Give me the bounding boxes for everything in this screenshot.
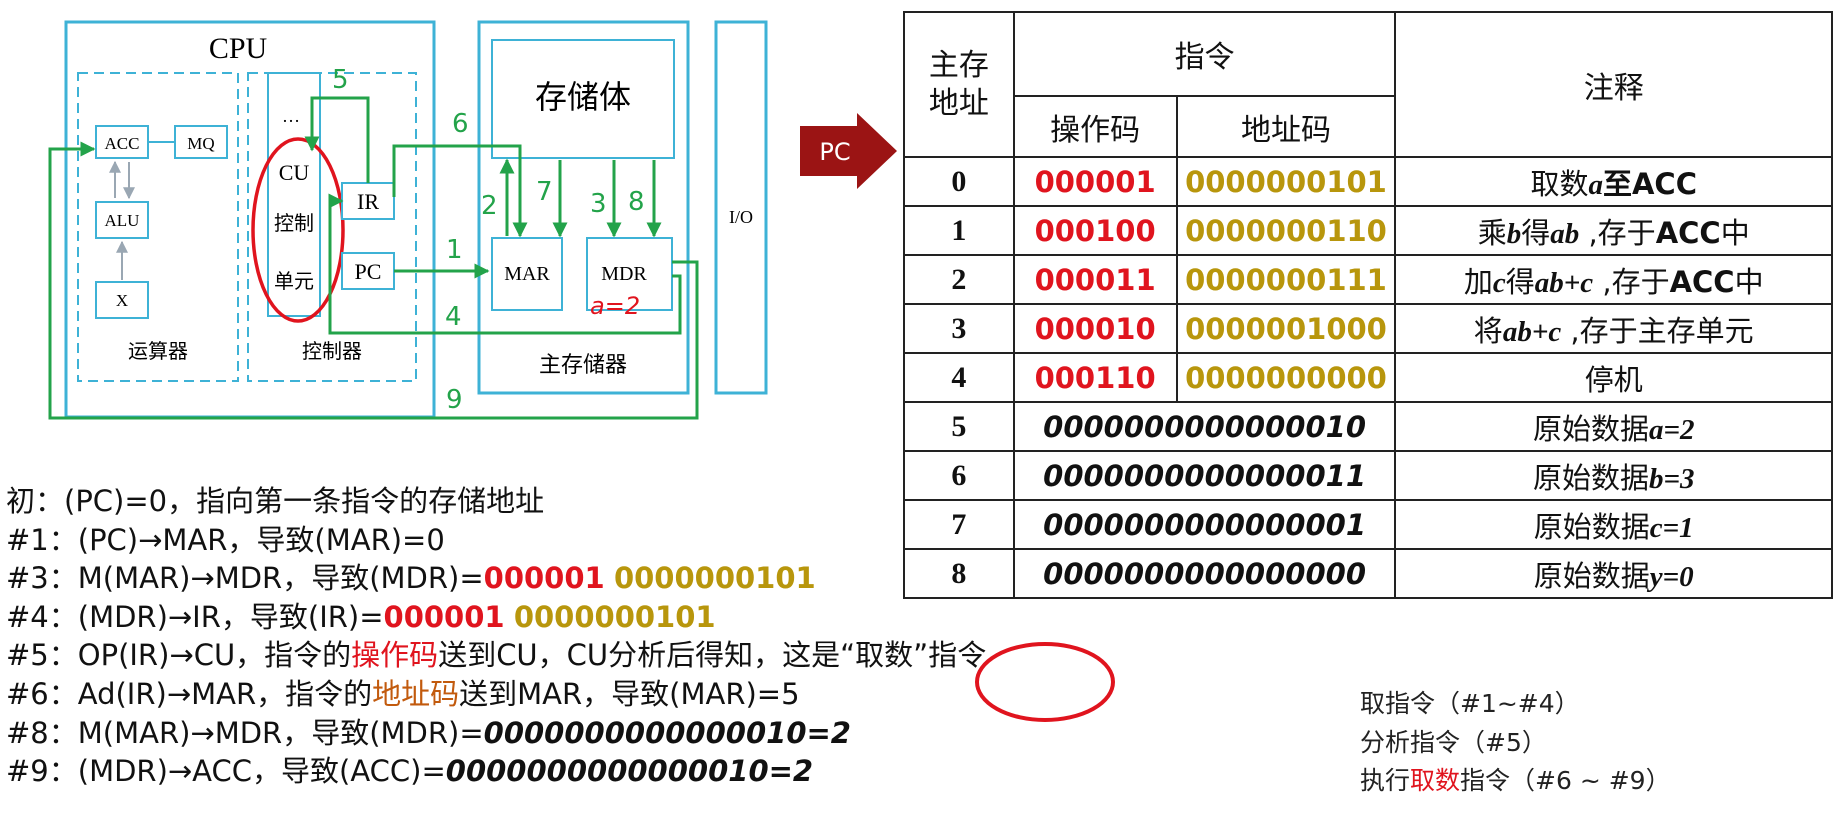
step-num-3: 3 (590, 189, 607, 219)
step-num-5: 5 (332, 65, 349, 95)
io-label: I/O (729, 207, 753, 227)
alu-unit-label: 运算器 (128, 339, 188, 363)
cell-addrcode: 0000000000 (1175, 352, 1397, 403)
cell-address: 2 (903, 254, 1015, 305)
table-row: 7 0000000000000001 原始数据c=1 (903, 499, 1833, 550)
cell-opcode: 000110 (1012, 352, 1178, 403)
table-row: 1 000100 0000000110 乘b得ab ,存于ACC中 (903, 205, 1833, 256)
cell-opcode: 000001 (1012, 156, 1178, 207)
step-num-2: 2 (481, 191, 498, 221)
cell-opcode: 000010 (1012, 303, 1178, 354)
x-label: X (116, 291, 128, 310)
cell-address: 3 (903, 303, 1015, 354)
step-num-8: 8 (628, 187, 645, 217)
cell-address: 4 (903, 352, 1015, 403)
cell-data: 0000000000000001 (1012, 499, 1397, 550)
cell-note: 加c得ab+c ,存于ACC中 (1394, 254, 1833, 305)
step-line: #5：OP(IR)→CU，指令的操作码送到CU，CU分析后得知，这是“取数”指令 (6, 638, 987, 673)
table-row: 5 0000000000000010 原始数据a=2 (903, 401, 1833, 452)
summary-line: 执行取数指令（#6 ~ #9） (1360, 766, 1671, 796)
table-row: 3 000010 0000001000 将ab+c ,存于主存单元 (903, 303, 1833, 354)
cell-address: 0 (903, 156, 1015, 207)
cu-label-control: 控制 (274, 211, 314, 235)
alu-label: ALU (105, 211, 140, 230)
cell-data: 0000000000000000 (1012, 548, 1397, 599)
cpu-label: CPU (209, 32, 268, 65)
cell-note: 将ab+c ,存于主存单元 (1394, 303, 1833, 354)
cell-data: 0000000000000011 (1012, 450, 1397, 501)
summary-line: 分析指令（#5） (1360, 727, 1547, 757)
cell-address: 5 (903, 401, 1015, 452)
summary-line: 取指令（#1~#4） (1360, 689, 1580, 718)
step-line: #1：(PC)→MAR，导致(MAR)=0 (6, 522, 445, 557)
cell-note: 乘b得ab ,存于ACC中 (1394, 205, 1833, 256)
cell-addrcode: 0000000101 (1175, 156, 1397, 207)
cell-opcode: 000011 (1012, 254, 1178, 305)
cell-opcode: 000100 (1012, 205, 1178, 256)
cell-note: 原始数据a=2 (1394, 401, 1833, 452)
acc-label: ACC (105, 134, 140, 153)
table-row: 2 000011 0000000111 加c得ab+c ,存于ACC中 (903, 254, 1833, 305)
mar-label: MAR (504, 263, 550, 285)
step-list: 初：(PC)=0，指向第一条指令的存储地址 #1：(PC)→MAR，导致(MAR)… (6, 482, 986, 791)
header-note: 注释 (1394, 11, 1833, 158)
step-num-4: 4 (445, 302, 462, 332)
table-row: 6 0000000000000011 原始数据b=3 (903, 450, 1833, 501)
header-address: 主存 地址 (903, 11, 1015, 158)
step-line: #4：(MDR)→IR，导致(IR)=000001 0000000101 (6, 599, 716, 634)
memory-table-body: 0 000001 0000000101 取数a至ACC 1 000100 000000011… (903, 156, 1833, 599)
step-line: #3：M(MAR)→MDR，导致(MDR)=000001 0000000101 (6, 561, 816, 596)
pc-pointer-label: PC (819, 138, 850, 166)
storage-body-label: 存储体 (535, 78, 631, 116)
path-6 (392, 144, 528, 238)
cu-dots: … (282, 106, 300, 126)
step-line: #9：(MDR)→ACC，导致(ACC)=0000000000000010=2 (6, 754, 814, 789)
header-address-line-2: 地址 (928, 85, 989, 121)
cu-label: CU (279, 160, 310, 185)
mq-label: MQ (187, 134, 214, 153)
step-line: 初：(PC)=0，指向第一条指令的存储地址 (6, 484, 545, 518)
step-num-6: 6 (452, 109, 469, 139)
cell-addrcode: 0000001000 (1175, 303, 1397, 354)
main-memory-label: 主存储器 (539, 353, 627, 378)
table-row: 0 000001 0000000101 取数a至ACC (903, 156, 1833, 207)
mdr-label: MDR (601, 263, 647, 285)
step-num-7: 7 (536, 177, 553, 207)
cell-addrcode: 0000000111 (1175, 254, 1397, 305)
step-num-1: 1 (446, 235, 463, 265)
cell-note: 停机 (1394, 352, 1833, 403)
cell-note: 取数a至ACC (1394, 156, 1833, 207)
table-row: 8 0000000000000000 原始数据y=0 (903, 548, 1833, 599)
handwritten-note: a=2 (590, 292, 640, 320)
cpu-memory-diagram: CPU ACC MQ ALU X 运算器 … CU 控制 单元 IR PC 控制… (48, 20, 897, 420)
header-addrcode: 地址码 (1175, 95, 1397, 158)
table-row: 4 000110 0000000000 停机 (903, 352, 1833, 403)
cell-address: 1 (903, 205, 1015, 256)
cu-label-unit: 单元 (274, 269, 314, 293)
step-num-9: 9 (446, 385, 463, 415)
step-line: #6：Ad(IR)→MAR，指令的地址码送到MAR，导致(MAR)=5 (6, 676, 800, 711)
step-line: #8：M(MAR)→MDR，导致(MDR)=0000000000000010=2 (6, 715, 851, 750)
cell-note: 原始数据y=0 (1394, 548, 1833, 599)
phase-summary: 取指令（#1~#4） 分析指令（#5） 执行取数指令（#6 ~ #9） (1360, 685, 1671, 801)
cell-note: 原始数据c=1 (1394, 499, 1833, 550)
pc-label: PC (355, 259, 382, 284)
cell-note: 原始数据b=3 (1394, 450, 1833, 501)
cell-addrcode: 0000000110 (1175, 205, 1397, 256)
cell-data: 0000000000000010 (1012, 401, 1397, 452)
header-address-line-1: 主存 (928, 47, 989, 83)
header-instruction: 指令 (1012, 11, 1397, 97)
ir-label: IR (357, 189, 379, 214)
control-unit-label: 控制器 (302, 339, 362, 363)
header-opcode: 操作码 (1012, 95, 1178, 158)
memory-table: 主存 地址 指令 注释 操作码 地址码 0 000001 0000000101 取数a… (903, 11, 1833, 599)
